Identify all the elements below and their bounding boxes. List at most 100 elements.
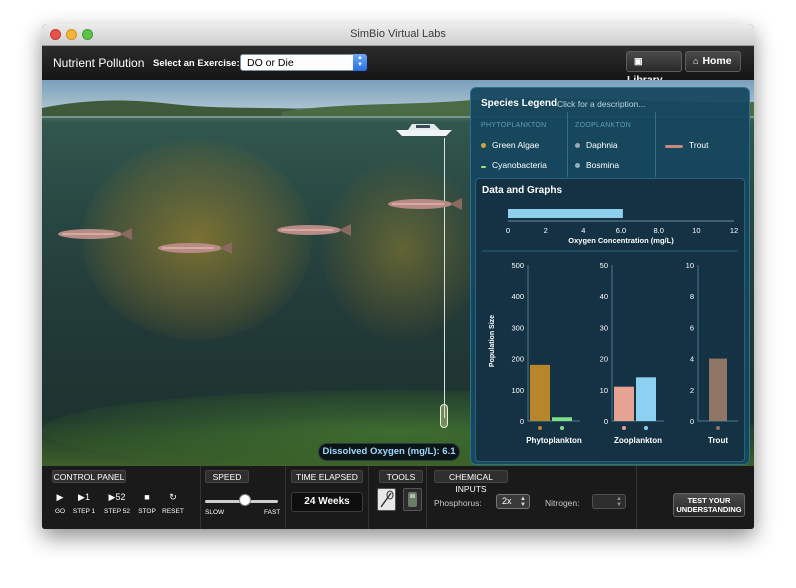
step-52-button-label: STEP 52	[104, 508, 130, 515]
go-button[interactable]: ▶ GO	[52, 492, 68, 515]
test-understanding-button[interactable]: TEST YOUR UNDERSTANDING	[673, 493, 745, 517]
daphnia-icon	[622, 426, 626, 430]
app-title: Nutrient Pollution	[53, 56, 145, 70]
step-1-button[interactable]: ▶1 STEP 1	[72, 492, 96, 515]
tools-label: TOOLS	[379, 470, 423, 483]
oxygen-tick-label: 2	[544, 226, 548, 235]
chart-x-label: Zooplankton	[614, 436, 662, 445]
legend-item-label: Bosmina	[586, 160, 620, 170]
net-tool-button[interactable]	[377, 488, 396, 511]
legend-divider	[655, 112, 656, 177]
bar-bosmina	[636, 377, 656, 421]
chart-tick-label: 200	[511, 355, 524, 364]
bar-green-algae	[530, 364, 550, 421]
window-title: SimBio Virtual Labs	[350, 28, 446, 40]
oxygen-tick-label: 10	[692, 226, 700, 235]
select-arrows-icon: ▲ ▼	[520, 496, 526, 508]
chart-x-label: Trout	[708, 436, 728, 445]
legend-divider	[567, 112, 568, 177]
meter-tool-button[interactable]	[403, 488, 422, 511]
chart-tick-label: 0	[520, 417, 524, 426]
step-1-button-label: STEP 1	[72, 508, 96, 515]
trout-icon	[665, 145, 683, 148]
trout	[277, 224, 351, 236]
chart-tick-label: 40	[600, 292, 608, 301]
test-button-line2: UNDERSTANDING	[676, 505, 742, 514]
speed-label: SPEED	[205, 470, 249, 483]
population-size-axis-label: Population Size	[489, 315, 496, 367]
stop-button-label: STOP	[138, 508, 156, 515]
species-legend-hint[interactable]: Click for a description...	[557, 99, 645, 109]
legend-item-bosmina[interactable]: Bosmina	[575, 160, 619, 170]
net-icon	[380, 490, 394, 508]
chart-tick-label: 100	[511, 386, 524, 395]
cyanobacteria-icon	[560, 426, 564, 430]
step-52-button[interactable]: ▶52 STEP 52	[102, 492, 132, 515]
play-icon: ▶	[56, 492, 64, 502]
reset-icon: ↻	[169, 492, 177, 502]
graphs-svg: 0 2 4 6.0 8.0 10 12 Oxygen Concentration (mg/L)…	[482, 209, 738, 445]
test-button-line1: TEST YOUR	[687, 496, 731, 505]
go-button-label: GO	[54, 508, 66, 515]
legend-item-trout[interactable]: Trout	[665, 140, 709, 150]
chart-tick-label: 500	[511, 261, 524, 270]
chart-tick-label: 6	[690, 323, 694, 332]
speed-slider-knob[interactable]	[239, 494, 252, 506]
oxygen-tick-label: 0	[506, 226, 510, 235]
nitrogen-select[interactable]: ▲ ▼	[592, 494, 626, 509]
legend-item-cyanobacteria[interactable]: Cyanobacteria	[481, 160, 547, 170]
species-panel: Species Legend Click for a description..…	[470, 87, 750, 465]
control-divider	[200, 466, 201, 529]
species-legend-title: Species Legend	[481, 98, 558, 109]
control-divider	[636, 466, 637, 529]
library-button[interactable]: ▣Library	[626, 51, 682, 86]
oxygen-axis-label: Oxygen Concentration (mg/L)	[568, 236, 674, 245]
trout	[58, 228, 132, 240]
title-bar: SimBio Virtual Labs	[42, 24, 754, 46]
legend-item-label: Cyanobacteria	[492, 160, 547, 170]
oxygen-probe[interactable]	[440, 404, 448, 428]
reset-button-label: RESET	[162, 508, 184, 515]
chart-tick-label: 8	[690, 292, 694, 301]
home-icon: ⌂	[693, 56, 699, 66]
control-divider	[368, 466, 369, 529]
home-button[interactable]: ⌂ Home	[685, 51, 741, 72]
step-1-icon: ▶1	[78, 492, 90, 502]
app-window: SimBio Virtual Labs Nutrient Pollution S…	[42, 24, 754, 529]
zooplankton-header: ZOOPLANKTON	[575, 122, 632, 129]
trout	[388, 198, 462, 210]
algae-bloom	[322, 160, 482, 340]
chart-tick-label: 2	[690, 386, 694, 395]
chart-tick-label: 0	[690, 417, 694, 426]
chart-tick-label: 10	[600, 386, 608, 395]
book-icon: ▣	[634, 56, 643, 66]
oxygen-tick-label: 6.0	[616, 226, 626, 235]
chemical-inputs-label: CHEMICAL INPUTS	[434, 470, 508, 494]
stop-button[interactable]: ■ STOP	[138, 492, 156, 515]
legend-item-label: Trout	[689, 140, 709, 150]
chart-tick-label: 20	[600, 355, 608, 364]
control-panel: CONTROL PANEL SPEED TIME ELAPSED TOOLS C…	[42, 466, 754, 529]
green-algae-icon	[538, 426, 542, 430]
exercise-select-value: DO or Die	[247, 57, 294, 69]
time-elapsed-value: 24 Weeks	[291, 492, 363, 512]
chart-tick-label: 4	[690, 355, 694, 364]
phosphorus-select[interactable]: 2x ▲ ▼	[496, 494, 530, 509]
exercise-select[interactable]: DO or Die ▲ ▼	[240, 54, 367, 71]
bar-daphnia	[614, 386, 634, 421]
dissolved-oxygen-readout: Dissolved Oxygen (mg/L): 6.1	[318, 443, 460, 461]
algae-bloom	[82, 140, 312, 340]
nitrogen-label: Nitrogen:	[545, 498, 580, 508]
reset-button[interactable]: ↻ RESET	[160, 492, 186, 515]
select-arrows-icon: ▲ ▼	[616, 496, 622, 508]
phosphorus-label: Phosphorus:	[434, 498, 482, 508]
step-52-icon: ▶52	[108, 492, 126, 502]
trout	[158, 242, 232, 254]
control-divider	[426, 466, 427, 529]
legend-item-green-algae[interactable]: Green Algae	[481, 140, 539, 150]
legend-item-daphnia[interactable]: Daphnia	[575, 140, 618, 150]
select-arrows-icon: ▲ ▼	[353, 54, 367, 71]
oxygen-tick-label: 12	[730, 226, 738, 235]
research-boat	[396, 124, 452, 136]
data-and-graphs-panel: Data and Graphs 0 2 4 6.0 8.0 10 12 Oxygen Conc…	[475, 178, 745, 462]
